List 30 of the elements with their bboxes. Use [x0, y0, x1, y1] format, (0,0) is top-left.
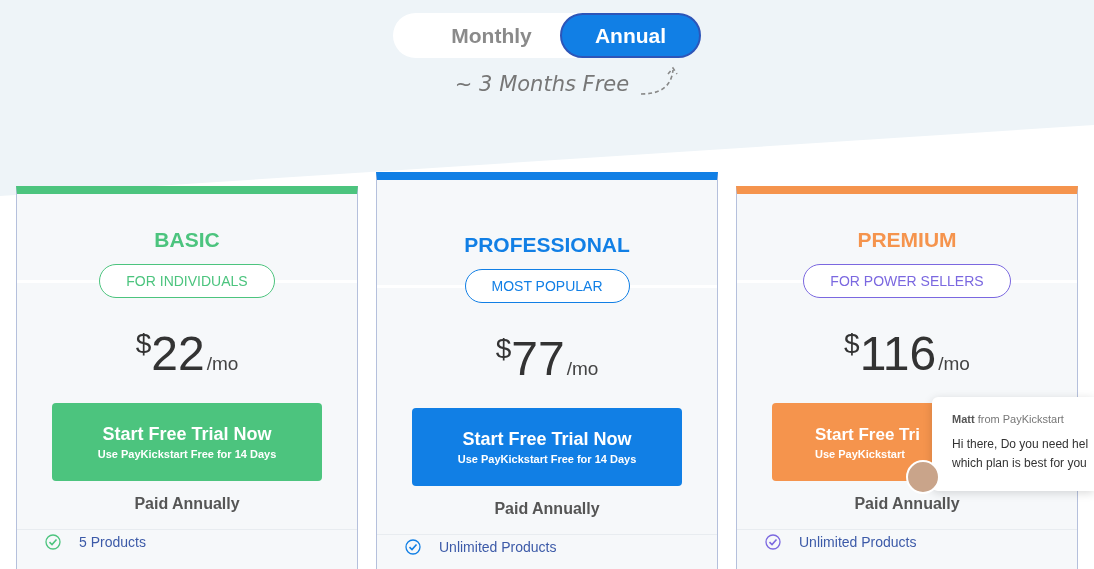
price-amount: 116	[859, 326, 937, 381]
feature-label: Unlimited Products	[799, 534, 917, 550]
plan-tag: MOST POPULAR	[464, 269, 630, 303]
billing-option[interactable]: Monthly	[393, 13, 560, 58]
chat-popup[interactable]: Matt from PayKickstart Hi there, Do you need hel which plan is best for you	[932, 397, 1094, 491]
start-trial-button[interactable]: Start Free Trial Now Use PayKickstart Free for 14 Days	[412, 408, 682, 486]
price-period: /mo	[206, 353, 239, 375]
price-amount: 22	[151, 326, 205, 381]
promo-note: ~ 3 Months Free	[454, 72, 630, 98]
billing-option[interactable]: Annual	[560, 13, 701, 58]
currency-symbol: $	[135, 328, 152, 359]
price-period: /mo	[938, 353, 970, 375]
billing-note: Paid Annually	[494, 500, 600, 518]
billing-note: Paid Annually	[134, 495, 240, 513]
currency-symbol: $	[495, 333, 512, 364]
price-amount: 77	[511, 331, 565, 386]
feature-label: Unlimited Products	[439, 539, 557, 555]
start-trial-button[interactable]: Start Free Trial Now Use PayKickstart Free for 14 Days	[52, 403, 322, 481]
plan-name: BASIC	[154, 228, 220, 252]
plan-tag: FOR INDIVIDUALS	[99, 264, 275, 298]
check-circle-icon	[765, 534, 781, 550]
feature-label: 5 Products	[79, 534, 146, 550]
currency-symbol: $	[844, 328, 860, 360]
billing-note: Paid Annually	[854, 495, 960, 513]
plan-name: PREMIUM	[857, 228, 957, 252]
plan-name: PROFESSIONAL	[464, 233, 630, 257]
price-period: /mo	[566, 358, 599, 380]
check-circle-icon	[405, 539, 421, 555]
check-circle-icon	[45, 534, 61, 550]
plan-tag: FOR POWER SELLERS	[803, 264, 1011, 298]
